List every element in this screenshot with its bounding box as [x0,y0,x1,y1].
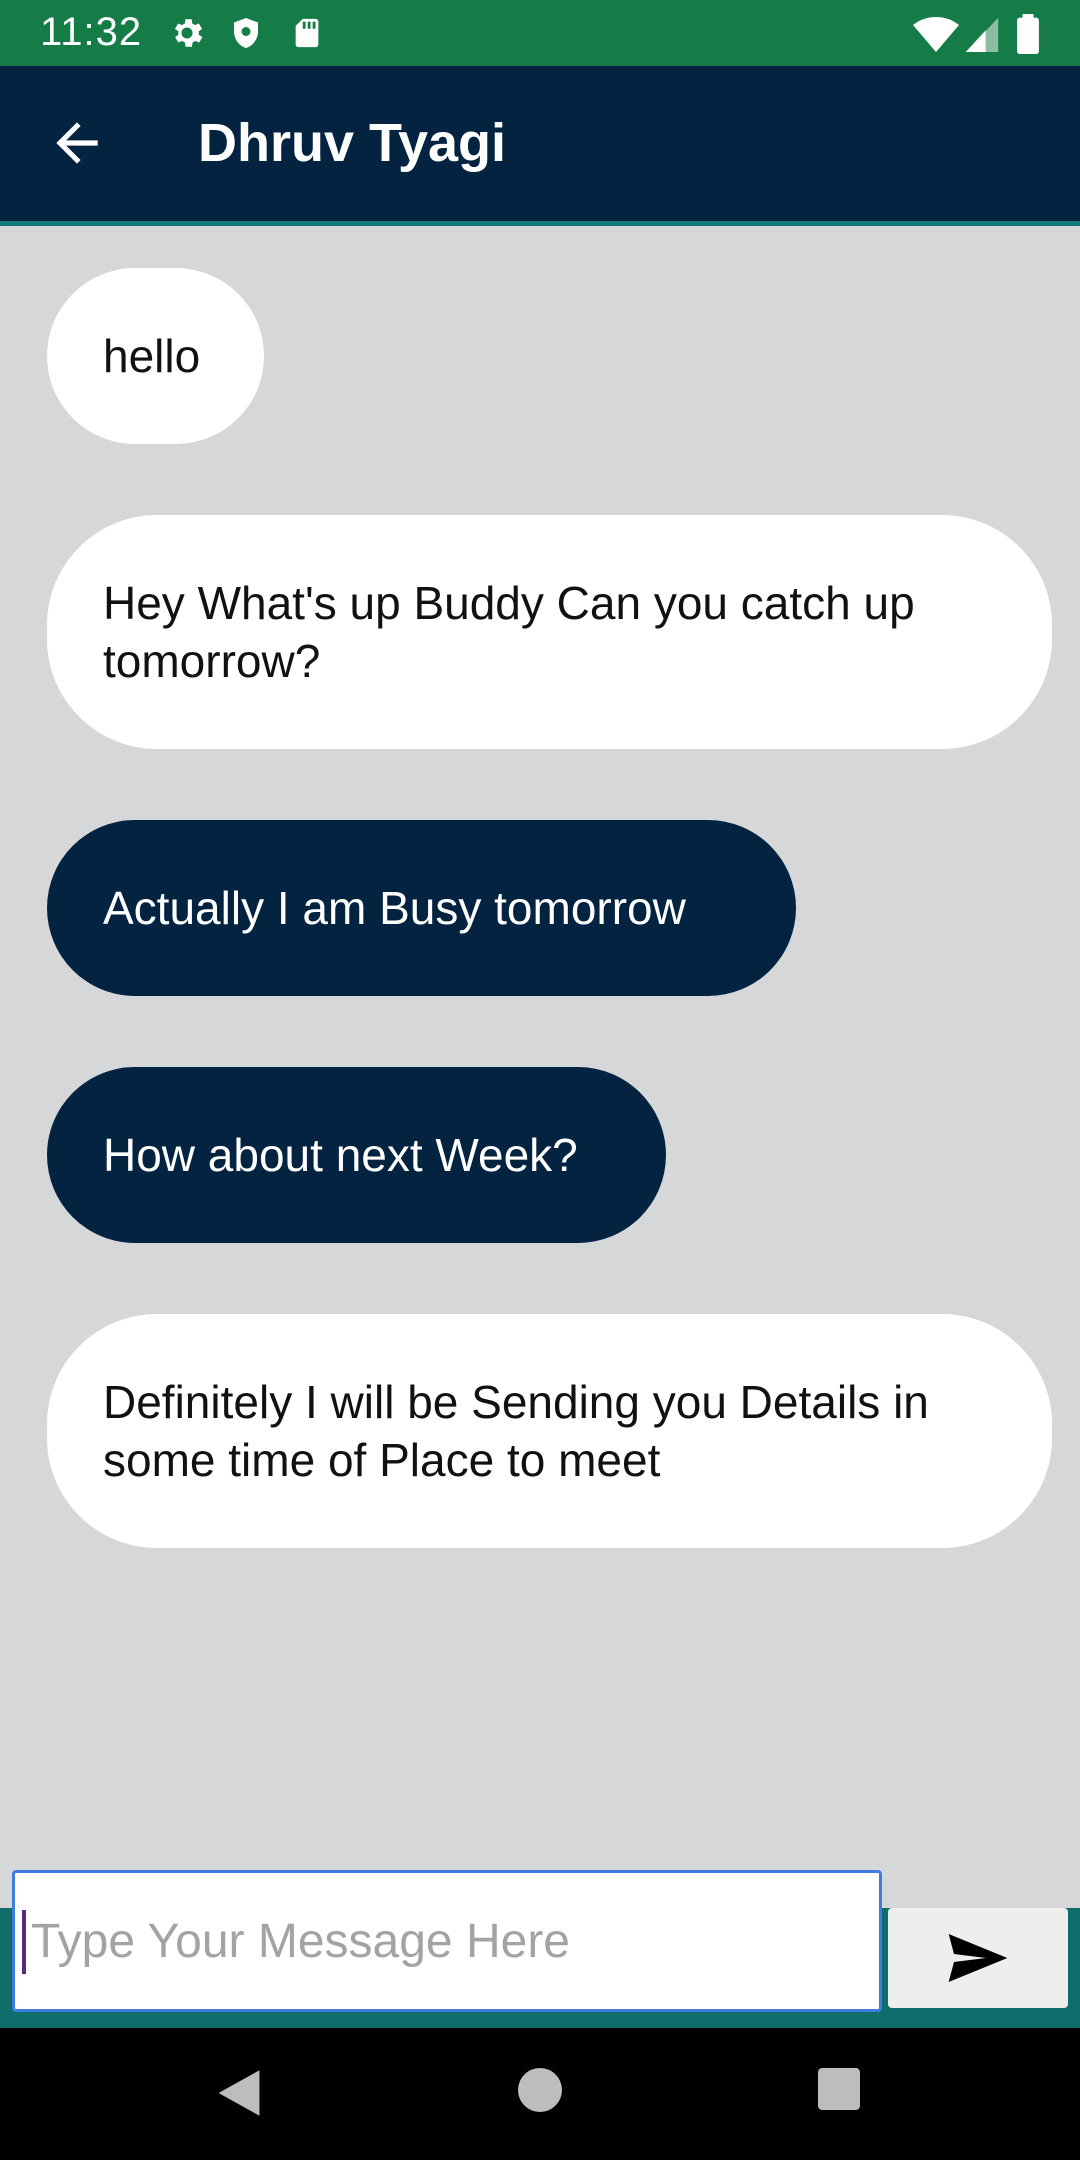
recents-square-icon[interactable] [818,2068,860,2110]
message-text: Hey What's up Buddy Can you catch up tom… [103,577,915,687]
send-icon [948,1934,1008,1982]
status-bar: 11:32 [0,0,1080,66]
arrow-left-icon[interactable] [46,112,108,174]
message-text: Actually I am Busy tomorrow [103,882,686,934]
shield-icon [234,18,258,48]
battery-icon [1017,14,1039,54]
message-bubble-incoming: Definitely I will be Sending you Details… [47,1314,1052,1548]
chat-title: Dhruv Tyagi [198,113,507,173]
message-text: Definitely I will be Sending you Details… [103,1376,929,1486]
cell-signal-icon [965,17,999,52]
message-bubble-incoming: hello [47,268,264,444]
send-button[interactable] [888,1908,1068,2008]
message-bubble-outgoing: Actually I am Busy tomorrow [47,820,796,996]
message-text: How about next Week? [103,1129,578,1181]
gear-icon [174,19,203,47]
status-time: 11:32 [40,10,143,54]
home-circle-icon[interactable] [518,2068,562,2112]
message-bubble-incoming: Hey What's up Buddy Can you catch up tom… [47,515,1052,749]
message-bubble-outgoing: How about next Week? [47,1067,666,1243]
text-cursor [22,1910,26,1974]
wifi-icon [913,17,959,52]
system-nav-bar [0,2028,1080,2160]
message-input[interactable] [12,1870,882,2012]
back-triangle-icon[interactable] [216,2068,262,2118]
app-bar: Dhruv Tyagi [0,66,1080,226]
sd-card-icon [295,18,319,48]
message-text: hello [103,330,201,382]
message-list: hello Hey What's up Buddy Can you catch … [0,226,1080,1866]
